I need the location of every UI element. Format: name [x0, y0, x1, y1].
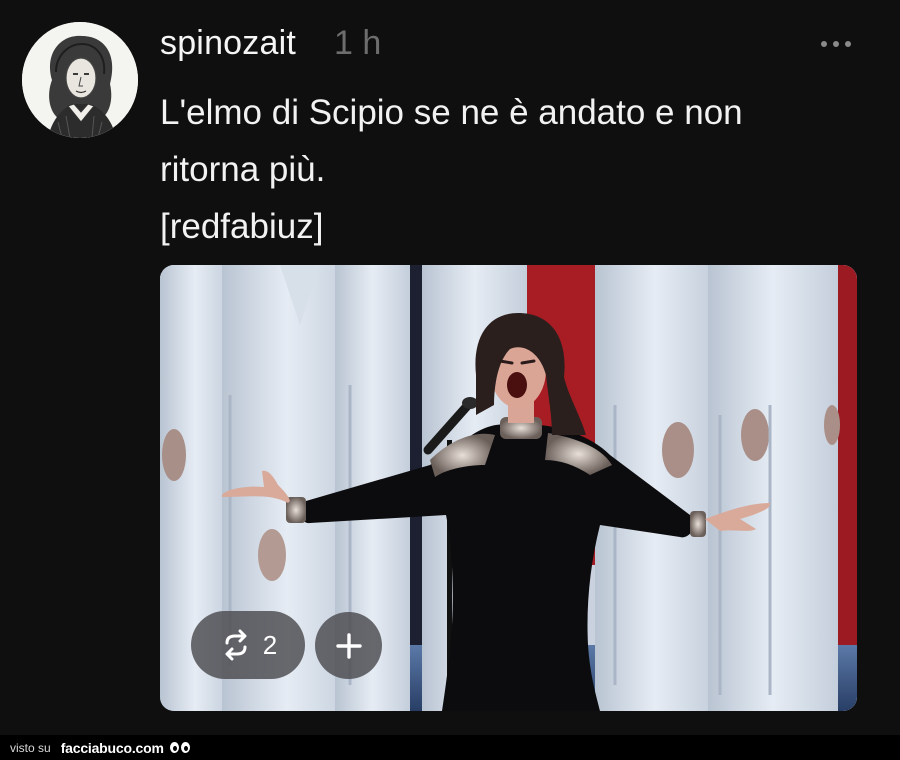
eyes-logo-icon: [169, 742, 190, 753]
portrait-engraving: [22, 22, 138, 138]
post-text-line: [redfabiuz]: [160, 207, 324, 246]
repost-count: 2: [262, 629, 278, 660]
footer-prefix: visto su: [10, 740, 51, 755]
watermark-footer: visto su facciabuco.com: [0, 735, 900, 760]
more-options-button[interactable]: [812, 30, 860, 58]
post-card: spinozait 1 h L'elmo di Scipio se ne è a…: [0, 0, 900, 735]
add-button[interactable]: [315, 612, 382, 679]
repost-button[interactable]: 2: [191, 611, 305, 679]
post-text: L'elmo di Scipio se ne è andato e non ri…: [160, 84, 860, 255]
post-text-line: ritorna più.: [160, 150, 326, 189]
repost-icon: [225, 629, 247, 661]
post-timestamp: 1 h: [334, 24, 382, 62]
username[interactable]: spinozait: [160, 24, 296, 63]
more-horizontal-icon: [821, 41, 827, 47]
footer-site[interactable]: facciabuco.com: [61, 740, 164, 756]
post-text-line: L'elmo di Scipio se ne è andato e non: [160, 93, 743, 132]
plus-icon: [335, 632, 362, 659]
avatar[interactable]: [22, 22, 138, 138]
